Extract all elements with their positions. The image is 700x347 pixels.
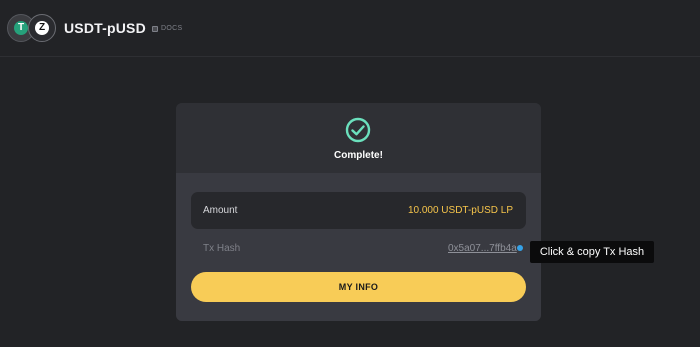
usdt-glyph: T bbox=[14, 21, 28, 35]
tx-hash-link[interactable]: 0x5a07...7ffb4a bbox=[448, 243, 517, 254]
status-label: Complete! bbox=[334, 150, 383, 161]
amount-row: Amount 10.000 USDT-pUSD LP bbox=[191, 192, 526, 229]
docs-icon bbox=[152, 25, 158, 32]
card-status-section: Complete! bbox=[176, 103, 541, 173]
top-header: T Z USDT-pUSD DOCS bbox=[0, 0, 700, 57]
copy-tooltip: Click & copy Tx Hash bbox=[530, 241, 654, 263]
my-info-button[interactable]: MY INFO bbox=[191, 272, 526, 302]
docs-label: DOCS bbox=[161, 25, 183, 32]
check-circle-icon bbox=[345, 117, 371, 143]
amount-label: Amount bbox=[203, 205, 238, 216]
pusd-token-icon: Z bbox=[28, 14, 56, 42]
copy-indicator-icon[interactable] bbox=[517, 245, 523, 251]
pair-title: USDT-pUSD bbox=[64, 20, 146, 36]
tx-hash-label: Tx Hash bbox=[203, 243, 241, 254]
pusd-glyph: Z bbox=[35, 21, 49, 35]
amount-value: 10.000 USDT-pUSD LP bbox=[407, 205, 513, 216]
token-pair-logo: T Z bbox=[7, 14, 57, 44]
transaction-result-card: Complete! Amount 10.000 USDT-pUSD LP Tx … bbox=[176, 103, 541, 321]
docs-link[interactable]: DOCS bbox=[152, 24, 182, 33]
